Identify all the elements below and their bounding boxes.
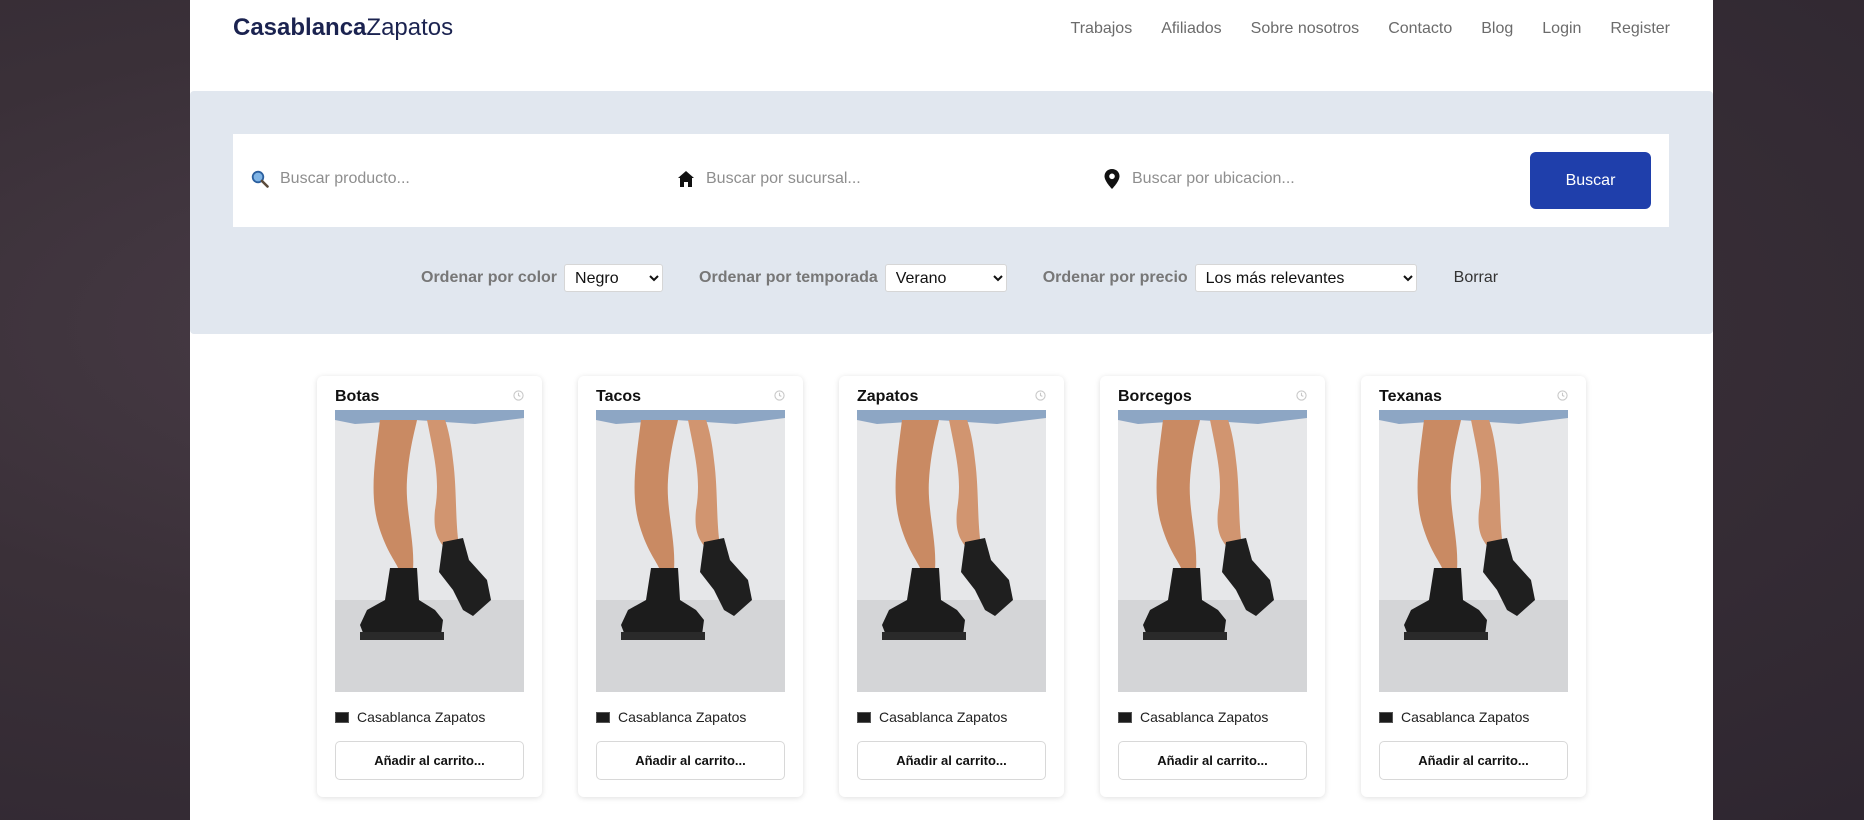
store-icon	[857, 711, 871, 723]
product-card: Botas Casablanca Zapatos Añadir al carri…	[317, 376, 542, 797]
product-grid: Botas Casablanca Zapatos Añadir al carri…	[317, 376, 1586, 797]
product-card: Borcegos Casablanca Zapatos Añadir al ca…	[1100, 376, 1325, 797]
store-icon	[1379, 711, 1393, 723]
store-name: Casablanca Zapatos	[618, 709, 747, 725]
store-icon	[335, 711, 349, 723]
product-title: Botas	[335, 388, 380, 405]
season-filter-label: Ordenar por temporada	[699, 269, 878, 286]
store-name: Casablanca Zapatos	[1140, 709, 1269, 725]
add-to-cart-button[interactable]: Añadir al carrito...	[596, 741, 785, 780]
add-to-cart-button[interactable]: Añadir al carrito...	[335, 741, 524, 780]
add-to-cart-button[interactable]: Añadir al carrito...	[857, 741, 1046, 780]
nav-link-blog[interactable]: Blog	[1481, 20, 1513, 38]
clock-icon	[1296, 390, 1307, 401]
product-card: Zapatos Casablanca Zapatos Añadir al car…	[839, 376, 1064, 797]
house-icon	[676, 168, 696, 190]
nav-link-afiliados[interactable]: Afiliados	[1161, 20, 1221, 38]
price-filter-select[interactable]: Los más relevantes	[1194, 264, 1417, 292]
clear-filters-button[interactable]: Borrar	[1454, 269, 1498, 287]
product-image[interactable]	[1379, 410, 1568, 692]
product-image[interactable]	[596, 410, 785, 692]
nav-link-trabajos[interactable]: Trabajos	[1071, 20, 1133, 38]
product-title: Tacos	[596, 388, 642, 405]
nav-link-login[interactable]: Login	[1542, 20, 1581, 38]
nav-link-register[interactable]: Register	[1610, 20, 1670, 38]
search-bar: Buscar	[233, 134, 1669, 227]
filter-bar: Ordenar por color Negro Ordenar por temp…	[421, 263, 1498, 293]
product-card: Texanas Casablanca Zapatos Añadir al car…	[1361, 376, 1586, 797]
store-icon	[596, 711, 610, 723]
store-row: Casablanca Zapatos	[596, 709, 746, 725]
search-panel: Buscar Ordenar por color Negro Ordenar p…	[190, 91, 1713, 334]
product-image[interactable]	[335, 410, 524, 692]
map-pin-icon	[1102, 168, 1122, 190]
store-name: Casablanca Zapatos	[1401, 709, 1530, 725]
add-to-cart-button[interactable]: Añadir al carrito...	[1379, 741, 1568, 780]
main-nav: Trabajos Afiliados Sobre nosotros Contac…	[1071, 20, 1670, 38]
nav-link-contacto[interactable]: Contacto	[1388, 20, 1452, 38]
header: CasablancaZapatos Trabajos Afiliados Sob…	[190, 0, 1713, 90]
search-button[interactable]: Buscar	[1530, 152, 1651, 209]
store-row: Casablanca Zapatos	[1379, 709, 1529, 725]
product-search-field	[250, 168, 612, 190]
product-search-input[interactable]	[278, 169, 612, 189]
brand-name-light: Zapatos	[366, 14, 454, 41]
brand-logo[interactable]: CasablancaZapatos	[233, 14, 453, 42]
clock-icon	[774, 390, 785, 401]
product-image[interactable]	[857, 410, 1046, 692]
product-title: Zapatos	[857, 388, 919, 405]
store-icon	[1118, 711, 1132, 723]
product-image[interactable]	[1118, 410, 1307, 692]
branch-search-input[interactable]	[704, 169, 1038, 189]
page: CasablancaZapatos Trabajos Afiliados Sob…	[190, 0, 1713, 820]
product-title: Texanas	[1379, 388, 1442, 405]
store-name: Casablanca Zapatos	[357, 709, 486, 725]
price-filter-label: Ordenar por precio	[1042, 269, 1188, 286]
store-row: Casablanca Zapatos	[857, 709, 1007, 725]
location-search-input[interactable]	[1130, 169, 1464, 189]
brand-name-bold: Casablanca	[233, 14, 367, 41]
store-row: Casablanca Zapatos	[1118, 709, 1268, 725]
color-filter-select[interactable]: Negro	[564, 264, 664, 292]
season-filter-select[interactable]: Verano	[884, 264, 1007, 292]
color-filter-label: Ordenar por color	[421, 269, 558, 286]
product-card: Tacos Casablanca Zapatos Añadir al carri…	[578, 376, 803, 797]
clock-icon	[513, 390, 524, 401]
magnifier-icon	[250, 168, 270, 190]
store-row: Casablanca Zapatos	[335, 709, 485, 725]
branch-search-field	[676, 168, 1038, 190]
store-name: Casablanca Zapatos	[879, 709, 1008, 725]
location-search-field	[1102, 168, 1464, 190]
clock-icon	[1035, 390, 1046, 401]
product-title: Borcegos	[1118, 388, 1192, 405]
clock-icon	[1557, 390, 1568, 401]
nav-link-sobre-nosotros[interactable]: Sobre nosotros	[1251, 20, 1360, 38]
add-to-cart-button[interactable]: Añadir al carrito...	[1118, 741, 1307, 780]
